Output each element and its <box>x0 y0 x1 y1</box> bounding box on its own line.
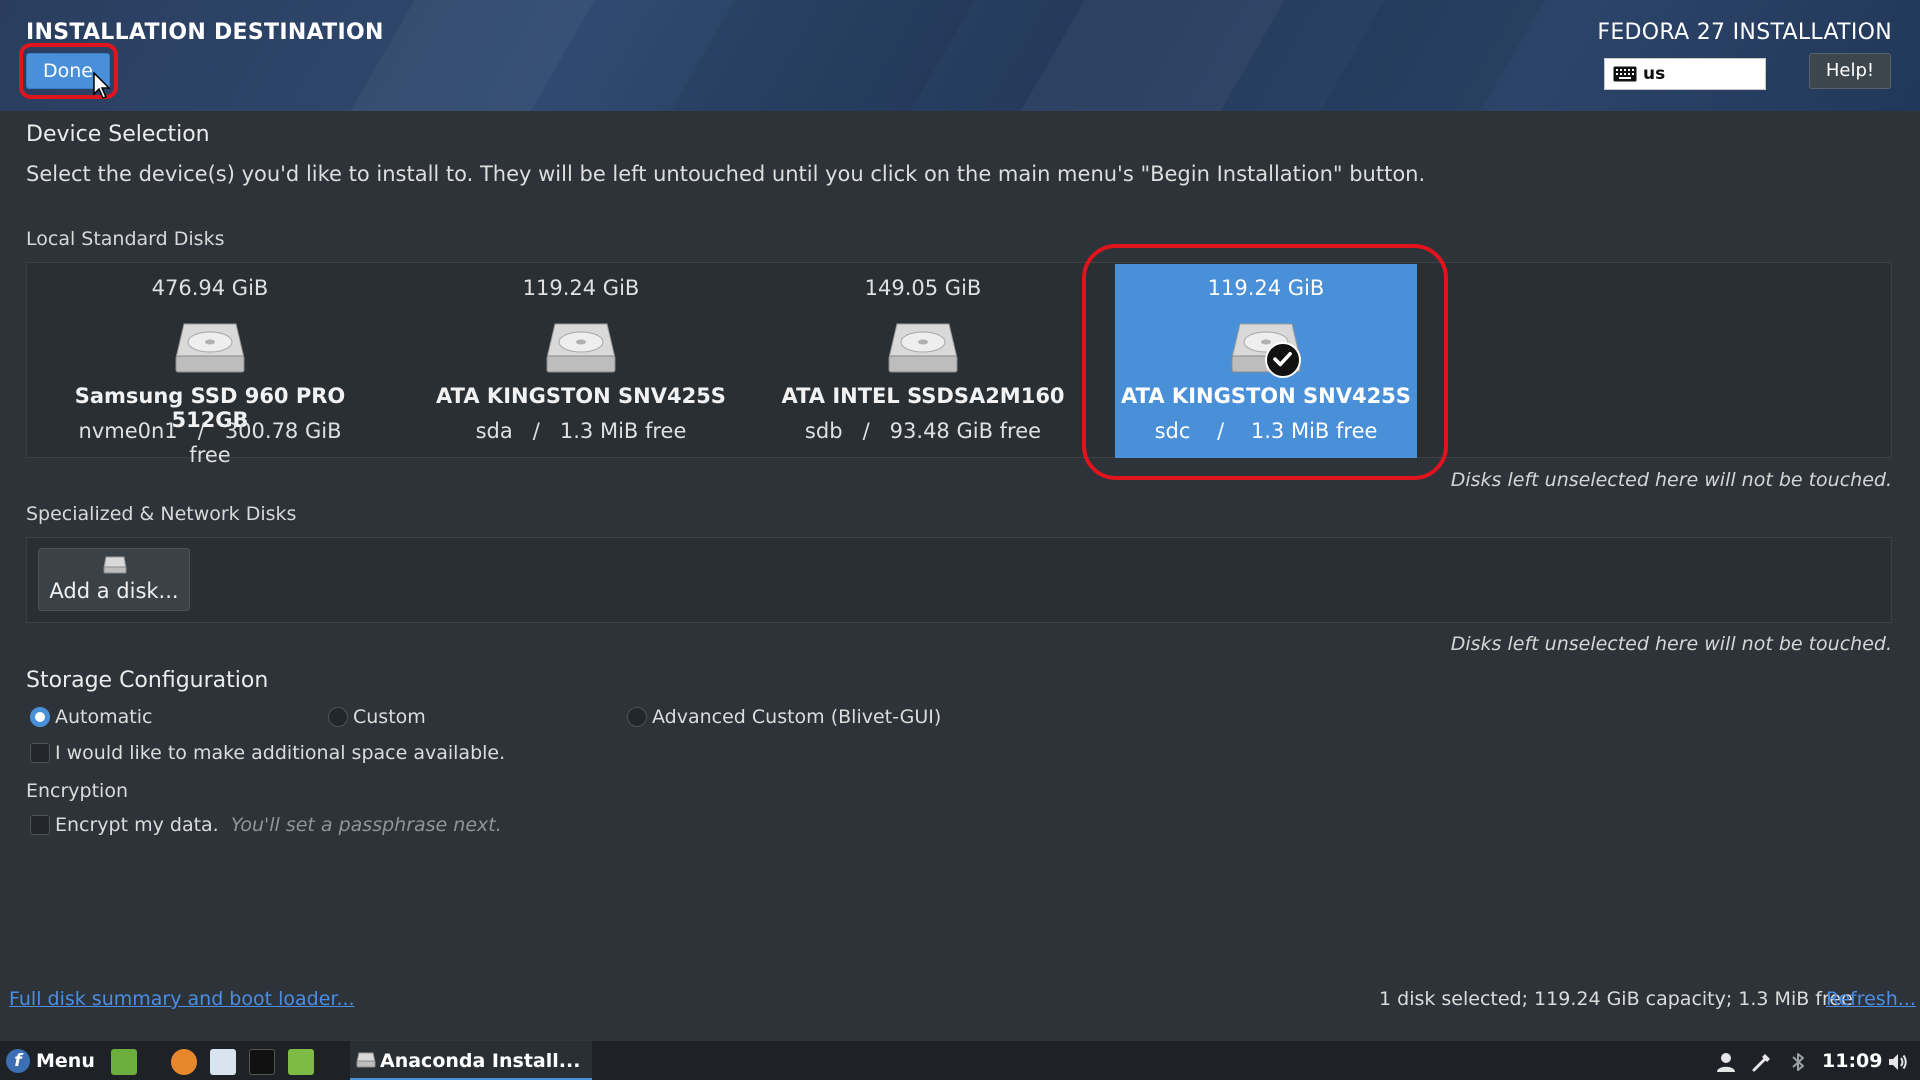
local-disks-title: Local Standard Disks <box>26 228 225 250</box>
radio-advanced-custom-label: Advanced Custom (Blivet-GUI) <box>652 706 942 728</box>
taskbar: f Menu Anaconda Install... 11:09 <box>0 1040 1920 1080</box>
radio-automatic-label: Automatic <box>55 706 153 728</box>
disk-free: sda / 1.3 MiB free <box>475 419 687 443</box>
device-selection-description: Select the device(s) you'd like to insta… <box>26 162 1426 186</box>
keyboard-icon <box>1613 66 1637 82</box>
disk-sdb[interactable]: 149.05 GiB ATA INTEL SSDSA2M160 sdb / 93… <box>773 270 1073 456</box>
keyboard-layout-label: us <box>1643 64 1666 84</box>
hard-drive-icon <box>356 1052 376 1068</box>
encryption-title: Encryption <box>26 780 129 802</box>
network-disks-panel <box>26 537 1892 623</box>
encrypt-hint: You'll set a passphrase next. <box>230 814 502 836</box>
disk-name: ATA KINGSTON SNV425S <box>436 384 726 408</box>
hard-drive-icon <box>175 323 245 373</box>
spoke-title: INSTALLATION DESTINATION <box>26 20 384 45</box>
reclaim-space-checkbox[interactable] <box>30 743 50 763</box>
product-title: FEDORA 27 INSTALLATION <box>1597 20 1892 45</box>
menu-button[interactable]: Menu <box>8 1041 95 1080</box>
radio-custom-label: Custom <box>353 706 426 728</box>
network-icon[interactable] <box>1751 1051 1773 1073</box>
disk-free: nvme0n1 / 300.78 GiB free <box>78 419 342 467</box>
storage-config-title: Storage Configuration <box>26 668 269 693</box>
disk-capacity: 149.05 GiB <box>864 276 982 300</box>
terminal-icon[interactable] <box>249 1049 275 1075</box>
radio-automatic[interactable] <box>30 707 50 727</box>
add-disk-button[interactable]: Add a disk... <box>38 548 190 611</box>
disk-sda[interactable]: 119.24 GiB ATA KINGSTON SNV425S sda / 1.… <box>431 270 731 456</box>
hard-drive-icon <box>888 323 958 373</box>
spoke-header: INSTALLATION DESTINATION Done FEDORA 27 … <box>0 0 1920 111</box>
taskbar-anaconda-window[interactable]: Anaconda Install... <box>350 1041 592 1080</box>
volume-icon[interactable] <box>1887 1051 1909 1073</box>
radio-advanced-custom[interactable] <box>627 707 647 727</box>
file-manager-icon[interactable] <box>288 1049 314 1075</box>
hard-drive-icon <box>546 323 616 373</box>
disk-name: ATA INTEL SSDSA2M160 <box>781 384 1065 408</box>
add-disk-label: Add a disk... <box>49 579 179 603</box>
hard-drive-icon <box>103 556 127 574</box>
network-disks-note: Disks left unselected here will not be t… <box>1450 633 1892 655</box>
clock[interactable]: 11:09 <box>1822 1041 1882 1080</box>
mouse-cursor-icon <box>93 72 111 99</box>
selection-summary: 1 disk selected; 119.24 GiB capacity; 1.… <box>1379 988 1853 1010</box>
reclaim-space-label: I would like to make additional space av… <box>55 742 506 764</box>
show-desktop-icon[interactable] <box>111 1049 137 1075</box>
firefox-icon[interactable] <box>171 1049 197 1075</box>
disk-highlight-ring <box>1082 244 1448 480</box>
encrypt-label: Encrypt my data. You'll set a passphrase… <box>55 814 502 836</box>
disk-capacity: 476.94 GiB <box>151 276 269 300</box>
help-button[interactable]: Help! <box>1809 53 1891 89</box>
device-selection-title: Device Selection <box>26 122 210 147</box>
bluetooth-icon[interactable] <box>1787 1051 1809 1073</box>
keyboard-layout-indicator[interactable]: us <box>1604 58 1766 90</box>
disk-nvme0n1[interactable]: 476.94 GiB Samsung SSD 960 PRO 512GB nvm… <box>60 270 360 467</box>
refresh-link[interactable]: Refresh... <box>1826 988 1916 1010</box>
local-disks-note: Disks left unselected here will not be t… <box>1450 469 1892 491</box>
network-disks-title: Specialized & Network Disks <box>26 503 297 525</box>
encrypt-checkbox[interactable] <box>30 815 50 835</box>
taskbar-task-label: Anaconda Install... <box>380 1050 581 1072</box>
disk-free: sdb / 93.48 GiB free <box>804 419 1042 443</box>
full-disk-summary-link[interactable]: Full disk summary and boot loader... <box>9 988 355 1010</box>
radio-custom[interactable] <box>328 707 348 727</box>
text-editor-icon[interactable] <box>210 1049 236 1075</box>
user-icon[interactable] <box>1715 1051 1737 1073</box>
disk-capacity: 119.24 GiB <box>522 276 640 300</box>
